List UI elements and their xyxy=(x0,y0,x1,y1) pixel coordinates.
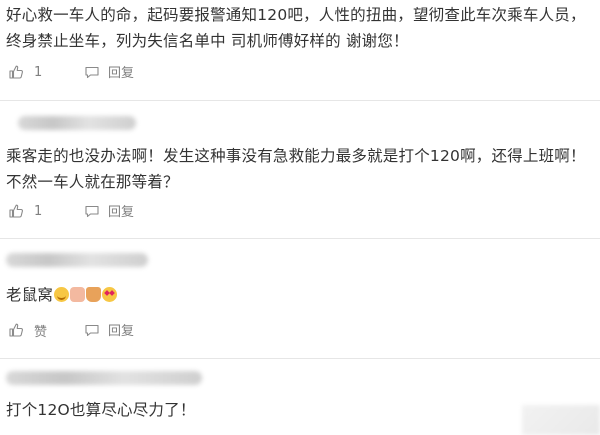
comment-1: 好心救一车人的命，起码要报警通知120吧，人性的扭曲，望彻查此车次乘车人员，终身… xyxy=(0,2,600,54)
comment-text: 乘客走的也没办法啊！发生这种事没有急救能力最多就是打个120啊，还得上班啊！不然… xyxy=(6,147,586,191)
like-count: 1 xyxy=(34,64,43,80)
blurred-username xyxy=(6,371,202,385)
thumbs-up-icon xyxy=(9,65,23,79)
emoji-4 xyxy=(102,287,118,302)
reply-icon xyxy=(85,324,99,336)
reply-button[interactable]: 回复 xyxy=(84,62,134,81)
reply-label: 回复 xyxy=(108,324,135,339)
comment-3: 老鼠窝 xyxy=(0,282,600,308)
comment-text: 打个12O也算尽心尽力了！ xyxy=(6,401,196,419)
comment-1-actions: 1 回复 xyxy=(8,62,134,82)
comment-text: 老鼠窝 xyxy=(6,286,54,304)
comment-2: 乘客走的也没办法啊！发生这种事没有急救能力最多就是打个120啊，还得上班啊！不然… xyxy=(0,143,600,195)
reply-button[interactable]: 回复 xyxy=(84,320,134,339)
comment-text: 好心救一车人的命，起码要报警通知120吧，人性的扭曲，望彻查此车次乘车人员，终身… xyxy=(6,6,586,50)
like-button[interactable]: 1 xyxy=(8,203,42,219)
blurred-username xyxy=(18,116,136,130)
reply-button[interactable]: 回复 xyxy=(84,201,134,220)
emoji-1 xyxy=(54,287,70,302)
blurred-watermark xyxy=(522,405,600,435)
thumbs-up-icon xyxy=(9,204,23,218)
divider xyxy=(0,358,600,359)
blurred-username xyxy=(6,253,148,267)
divider xyxy=(0,100,600,101)
like-button[interactable]: 赞 xyxy=(8,321,47,340)
reply-label: 回复 xyxy=(108,205,135,220)
like-count: 1 xyxy=(34,203,43,219)
thumbs-up-icon xyxy=(9,323,23,337)
reply-icon xyxy=(85,66,99,78)
divider xyxy=(0,238,600,239)
emoji-3 xyxy=(86,287,102,302)
comment-3-actions: 赞 回复 xyxy=(8,320,134,340)
reply-label: 回复 xyxy=(108,66,135,81)
comment-2-actions: 1 回复 xyxy=(8,201,134,221)
like-button[interactable]: 1 xyxy=(8,64,42,80)
comment-4: 打个12O也算尽心尽力了！ xyxy=(0,397,600,423)
comment-text-row: 老鼠窝 xyxy=(0,282,600,308)
reply-icon xyxy=(85,205,99,217)
emoji-2 xyxy=(70,287,86,302)
like-label: 赞 xyxy=(34,324,48,340)
